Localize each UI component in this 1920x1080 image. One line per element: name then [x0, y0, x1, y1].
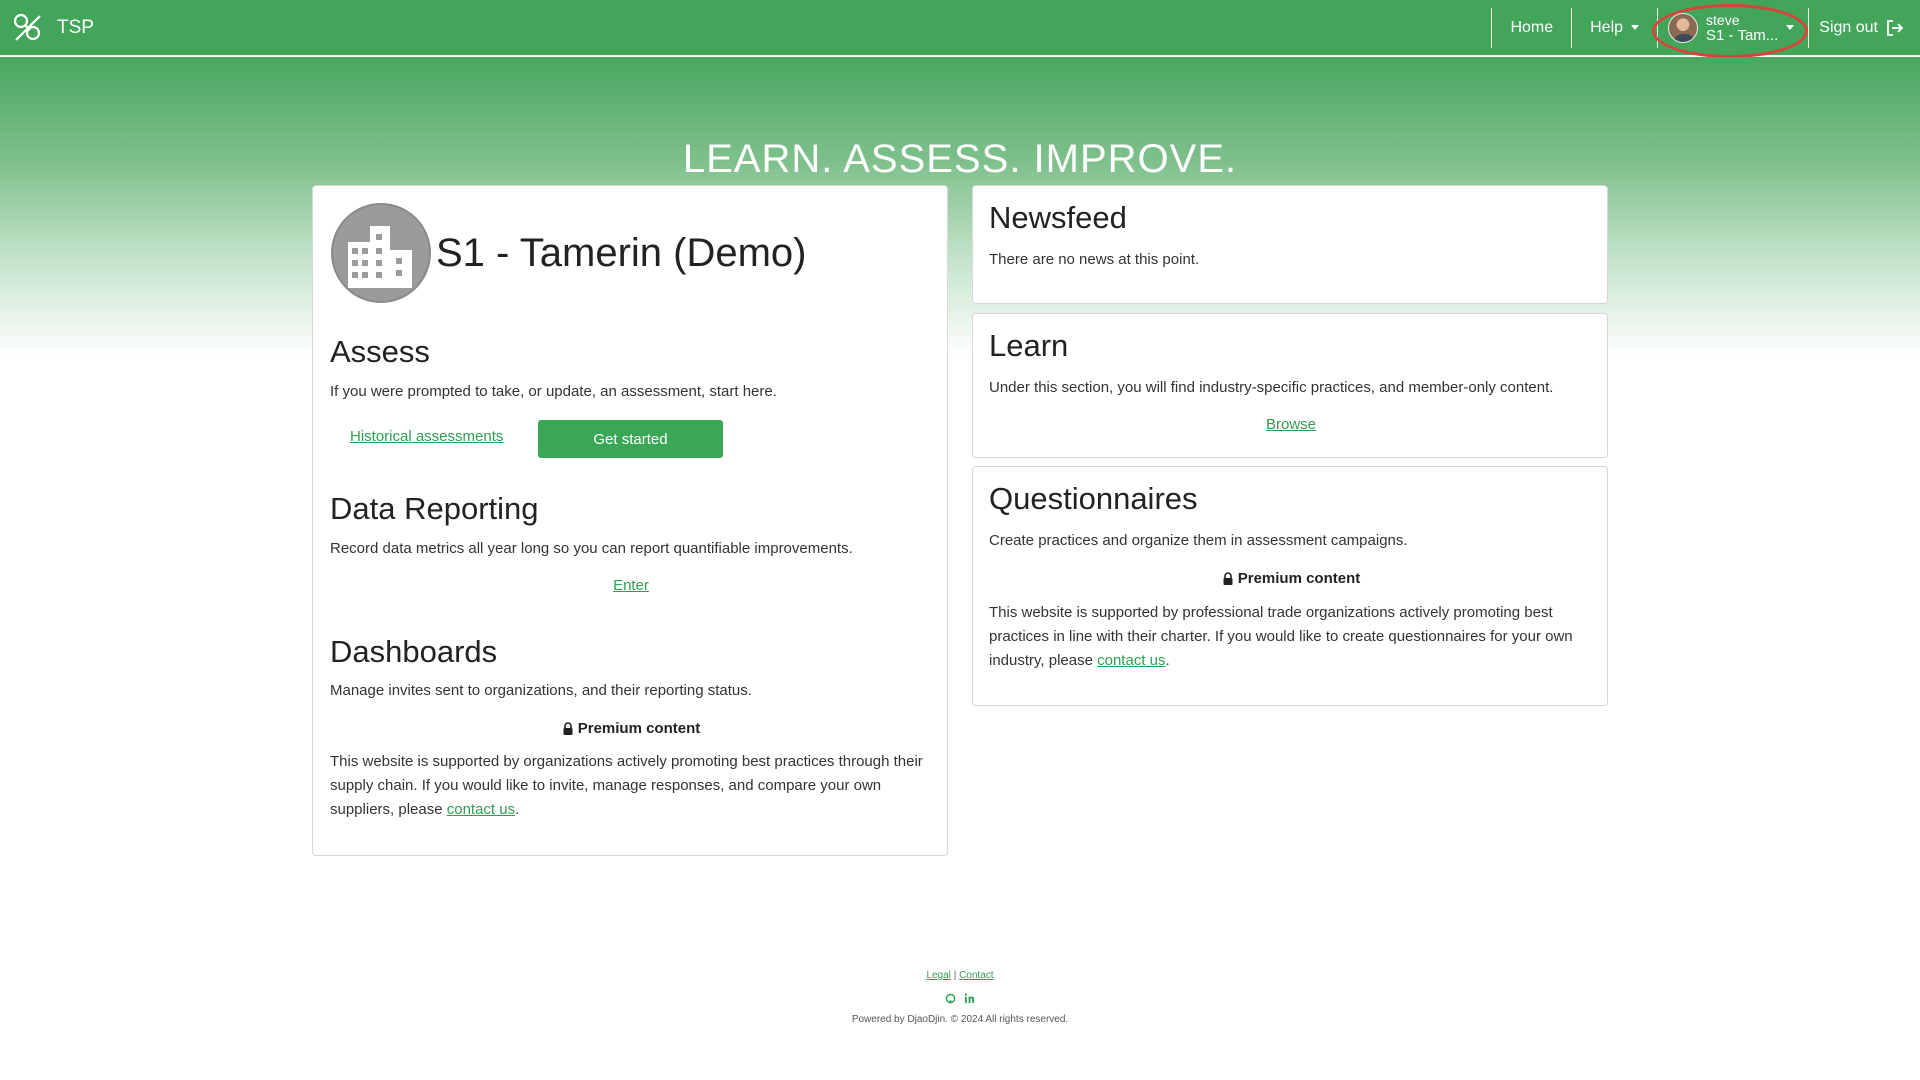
- contact-us-link[interactable]: contact us: [447, 801, 515, 818]
- learn-card: Learn Under this section, you will find …: [972, 313, 1608, 458]
- newsfeed-title: Newsfeed: [989, 200, 1127, 235]
- assess-title: Assess: [330, 334, 430, 369]
- punctuation: .: [515, 801, 520, 818]
- brand-name: TSP: [57, 16, 94, 38]
- dashboards-title: Dashboards: [330, 634, 498, 669]
- browse-link-wrap: Browse: [973, 416, 1609, 433]
- premium-label: Premium content: [1237, 570, 1361, 587]
- questionnaires-card: Questionnaires Create practices and orga…: [972, 466, 1608, 706]
- brand-logo-icon: [13, 13, 41, 41]
- questionnaires-title: Questionnaires: [989, 481, 1198, 516]
- footer: Legal | Contact Powered by DjaoDjin. © 2…: [0, 970, 1920, 1025]
- newsfeed-card: Newsfeed There are no news at this point…: [972, 185, 1608, 304]
- questionnaires-text: Create practices and organize them in as…: [989, 532, 1408, 549]
- data-reporting-text: Record data metrics all year long so you…: [330, 540, 853, 557]
- user-name: steve: [1706, 11, 1740, 28]
- premium-description: This website is supported by organizatio…: [330, 753, 923, 818]
- sign-out-icon: [1887, 19, 1904, 36]
- help-dropdown[interactable]: Help: [1572, 0, 1657, 55]
- footer-links: Legal | Contact: [0, 970, 1920, 981]
- building-icon: [331, 203, 431, 303]
- org-header: S1 - Tamerin (Demo): [330, 202, 806, 304]
- org-name: S1 - Tamerin (Demo): [436, 230, 807, 275]
- enter-link-wrap: Enter: [313, 577, 949, 594]
- nav-divider: [1808, 7, 1810, 48]
- learn-text: Under this section, you will find indust…: [989, 379, 1554, 396]
- help-label: Help: [1590, 18, 1624, 36]
- learn-title: Learn: [989, 328, 1069, 363]
- chevron-down-icon: [1631, 25, 1640, 30]
- historical-assessments-link[interactable]: Historical assessments: [350, 428, 503, 445]
- get-started-button[interactable]: Get started: [538, 420, 723, 458]
- punctuation: .: [1165, 652, 1170, 669]
- lock-icon: [1223, 572, 1233, 585]
- nav-divider: [1491, 7, 1493, 48]
- data-reporting-title: Data Reporting: [330, 491, 539, 526]
- assess-text: If you were prompted to take, or update,…: [330, 383, 777, 400]
- powered-by-text: Powered by DjaoDjin. © 2024 All rights r…: [851, 1014, 1069, 1025]
- linkedin-icon[interactable]: [964, 993, 975, 1004]
- user-menu-dropdown[interactable]: steve S1 - Tam...: [1652, 0, 1809, 58]
- hero-banner: LEARN. ASSESS. IMPROVE.: [0, 57, 1920, 357]
- dashboards-premium-text: This website is supported by organizatio…: [330, 750, 930, 822]
- user-text: steve S1 - Tam...: [1706, 11, 1779, 44]
- legal-link[interactable]: Legal: [926, 970, 950, 981]
- home-link[interactable]: Home: [1492, 0, 1571, 55]
- premium-description: This website is supported by professiona…: [989, 604, 1573, 669]
- social-links: [0, 993, 1920, 1004]
- premium-content-label: Premium content: [313, 720, 949, 737]
- premium-label: Premium content: [577, 720, 701, 737]
- user-org: S1 - Tam...: [1706, 26, 1779, 44]
- browse-link[interactable]: Browse: [1266, 416, 1316, 433]
- avatar: [1668, 12, 1699, 43]
- organization-card: S1 - Tamerin (Demo) Assess If you were p…: [312, 185, 948, 856]
- enter-link[interactable]: Enter: [613, 577, 649, 594]
- hero-title: LEARN. ASSESS. IMPROVE.: [682, 137, 1238, 181]
- lock-icon: [563, 722, 573, 735]
- footer-separator: |: [953, 970, 957, 981]
- newsfeed-text: There are no news at this point.: [989, 251, 1200, 268]
- sign-out-link[interactable]: Sign out: [1809, 0, 1920, 55]
- chevron-down-icon: [1786, 25, 1795, 30]
- brand[interactable]: TSP: [12, 12, 94, 44]
- top-navbar: TSP Home Help steve S1 - Tam... Sign out: [0, 0, 1920, 58]
- premium-content-label: Premium content: [973, 570, 1609, 587]
- contact-us-link[interactable]: contact us: [1097, 652, 1165, 669]
- nav-right: Home Help steve S1 - Tam... Sign out: [1491, 0, 1920, 58]
- questionnaires-premium-text: This website is supported by professiona…: [989, 601, 1589, 673]
- nav-divider: [1571, 7, 1573, 48]
- sign-out-label: Sign out: [1819, 18, 1878, 36]
- contact-link[interactable]: Contact: [959, 970, 993, 981]
- github-icon[interactable]: [945, 993, 956, 1004]
- dashboards-text: Manage invites sent to organizations, an…: [330, 682, 752, 699]
